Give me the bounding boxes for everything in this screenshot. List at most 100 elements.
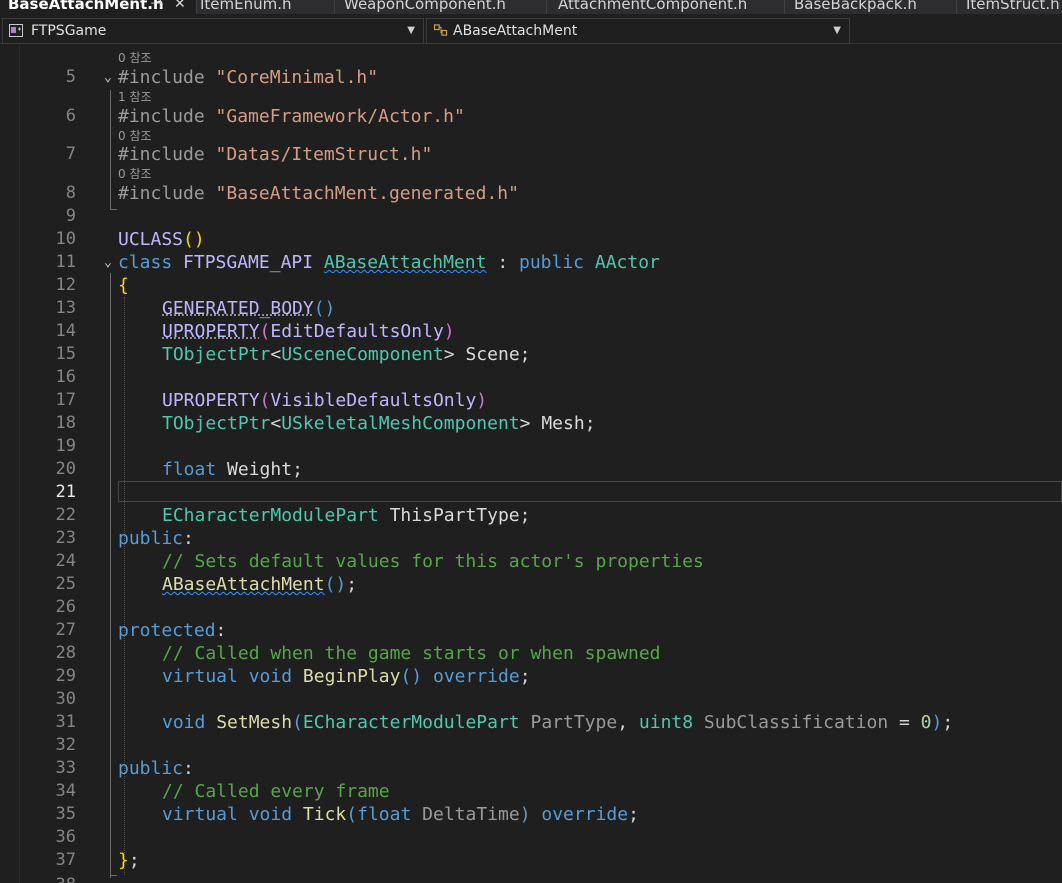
macro: UPROPERTY: [162, 390, 260, 411]
codelens-references[interactable]: 0 참조: [118, 50, 152, 66]
code-text: class FTPSGAME_API ABaseAttachMent : pub…: [118, 251, 660, 274]
member-name: Weight: [227, 459, 293, 480]
line-number: 26: [55, 597, 76, 617]
line-number: 10: [55, 229, 76, 249]
code-text: UPROPERTY(VisibleDefaultsOnly): [162, 390, 488, 411]
code-line: 35 virtual void Tick(float DeltaTime) ov…: [0, 803, 1062, 826]
function-name: Tick: [302, 804, 347, 825]
code-text: protected:: [118, 620, 227, 641]
comment: // Called every frame: [162, 781, 390, 802]
code-line: 31 void SetMesh(ECharacterModulePart Par…: [0, 711, 1062, 734]
specifier: EditDefaultsOnly: [270, 321, 444, 342]
function-name: SetMesh: [216, 712, 293, 733]
line-number: 15: [55, 344, 76, 364]
tab-itemenum-h[interactable]: ItemEnum.h: [196, 0, 335, 14]
line-number: 38: [20, 874, 76, 883]
param-name: DeltaTime: [422, 804, 520, 825]
class-icon: [433, 24, 448, 36]
line-number: 19: [55, 436, 76, 456]
keyword: void: [248, 666, 293, 687]
scope-dropdown[interactable]: ABaseAttachMent ▼: [426, 18, 850, 44]
code-line: 14 UPROPERTY(EditDefaultsOnly): [0, 320, 1062, 343]
line-number: 24: [55, 551, 76, 571]
line-number: 11: [55, 252, 76, 272]
code-line: 32: [0, 734, 1062, 757]
type-name: ECharacterModulePart: [162, 505, 379, 526]
project-dropdown[interactable]: FTPSGame ▼: [2, 18, 424, 44]
code-editor[interactable]: 0 참조 5 ⌄ #include "CoreMinimal.h" 1 참조 6…: [0, 44, 1062, 883]
member-name: Mesh: [541, 413, 585, 434]
line-number: 36: [55, 827, 76, 847]
code-line: 24 // Sets default values for this actor…: [0, 550, 1062, 573]
code-line: 29 virtual void BeginPlay() override;: [0, 665, 1062, 688]
tab-basebackpack-h[interactable]: BaseBackpack.h: [784, 0, 957, 14]
directive: #include: [118, 67, 205, 88]
line-number: 27: [55, 620, 76, 640]
line-number: 23: [55, 528, 76, 548]
code-text: public:: [118, 528, 194, 549]
tab-label: BaseBackpack.h: [794, 0, 917, 13]
line-number: 8: [65, 183, 76, 203]
code-line: 34 // Called every frame: [0, 780, 1062, 803]
fold-guide-end: [110, 875, 117, 876]
line-number: 28: [55, 643, 76, 663]
tab-itemstruct-h[interactable]: ItemStruct.h: [956, 0, 1062, 14]
pin-icon[interactable]: ⊣: [150, 0, 162, 11]
line-number: 17: [55, 390, 76, 410]
code-text: ABaseAttachMent();: [162, 574, 358, 595]
include-path: "GameFramework/Actor.h": [215, 106, 465, 127]
type-name: USkeletalMeshComponent: [281, 413, 520, 434]
line-number: 13: [55, 298, 76, 318]
macro: GENERATED_BODY: [162, 298, 314, 319]
tab-weaponcomponent-h[interactable]: WeaponComponent.h: [334, 0, 547, 14]
line-number: 37: [55, 850, 76, 870]
chevron-down-icon: ▼: [407, 25, 415, 36]
type-name: ECharacterModulePart: [302, 712, 520, 733]
code-text: UCLASS(): [118, 229, 205, 250]
tab-attachmentcomponent-h[interactable]: AttachmentComponent.h: [546, 0, 785, 14]
code-line: 9: [0, 205, 1062, 228]
close-icon[interactable]: ✕: [174, 0, 186, 11]
macro: FTPSGAME_API: [183, 252, 314, 273]
line-number: 9: [65, 206, 76, 226]
line-number: 20: [55, 459, 76, 479]
document-tab-bar: BaseAttachMent.h ⊣ ✕ ItemEnum.h WeaponCo…: [0, 0, 1062, 14]
code-line: 19: [0, 435, 1062, 458]
code-text: #include "Datas/ItemStruct.h": [118, 143, 432, 166]
line-number: 16: [55, 367, 76, 387]
code-line: 7 #include "Datas/ItemStruct.h": [0, 143, 1062, 166]
type-name: USceneComponent: [281, 344, 444, 365]
code-line: 23 public:: [0, 527, 1062, 550]
keyword: override: [432, 666, 520, 687]
keyword: public: [519, 252, 585, 273]
codelens-references[interactable]: 1 참조: [118, 89, 152, 105]
line-number: 34: [55, 781, 76, 801]
open-brace: {: [118, 275, 129, 296]
codelens-references[interactable]: 0 참조: [118, 166, 152, 182]
current-code-line[interactable]: 21: [0, 481, 1062, 504]
code-line: 25 ABaseAttachMent();: [0, 573, 1062, 596]
macro: UCLASS: [118, 229, 184, 250]
tab-baseattachment-h[interactable]: BaseAttachMent.h ⊣ ✕: [0, 0, 197, 14]
keyword: void: [248, 804, 293, 825]
type-name: TObjectPtr: [162, 344, 271, 365]
fold-chevron-icon[interactable]: ⌄: [104, 251, 112, 274]
code-line: 17 UPROPERTY(VisibleDefaultsOnly): [0, 389, 1062, 412]
member-name: ThisPartType: [389, 505, 520, 526]
codelens-references[interactable]: 0 참조: [118, 128, 152, 144]
number-literal: 0: [920, 712, 932, 733]
line-number: 31: [55, 712, 76, 732]
line-number: 32: [55, 735, 76, 755]
code-text: UPROPERTY(EditDefaultsOnly): [162, 321, 455, 342]
line-number: 21: [55, 482, 76, 502]
include-path: "CoreMinimal.h": [215, 67, 379, 88]
line-number: 7: [65, 144, 76, 164]
fold-chevron-icon[interactable]: ⌄: [104, 66, 112, 89]
code-line: 12 {: [0, 274, 1062, 297]
code-text: #include "GameFramework/Actor.h": [118, 105, 465, 128]
tab-label: ItemStruct.h: [966, 0, 1060, 13]
constructor-name: ABaseAttachMent: [162, 574, 325, 595]
type-name: TObjectPtr: [162, 413, 271, 434]
code-text: float Weight;: [162, 459, 303, 480]
code-line: 6 #include "GameFramework/Actor.h": [0, 105, 1062, 128]
